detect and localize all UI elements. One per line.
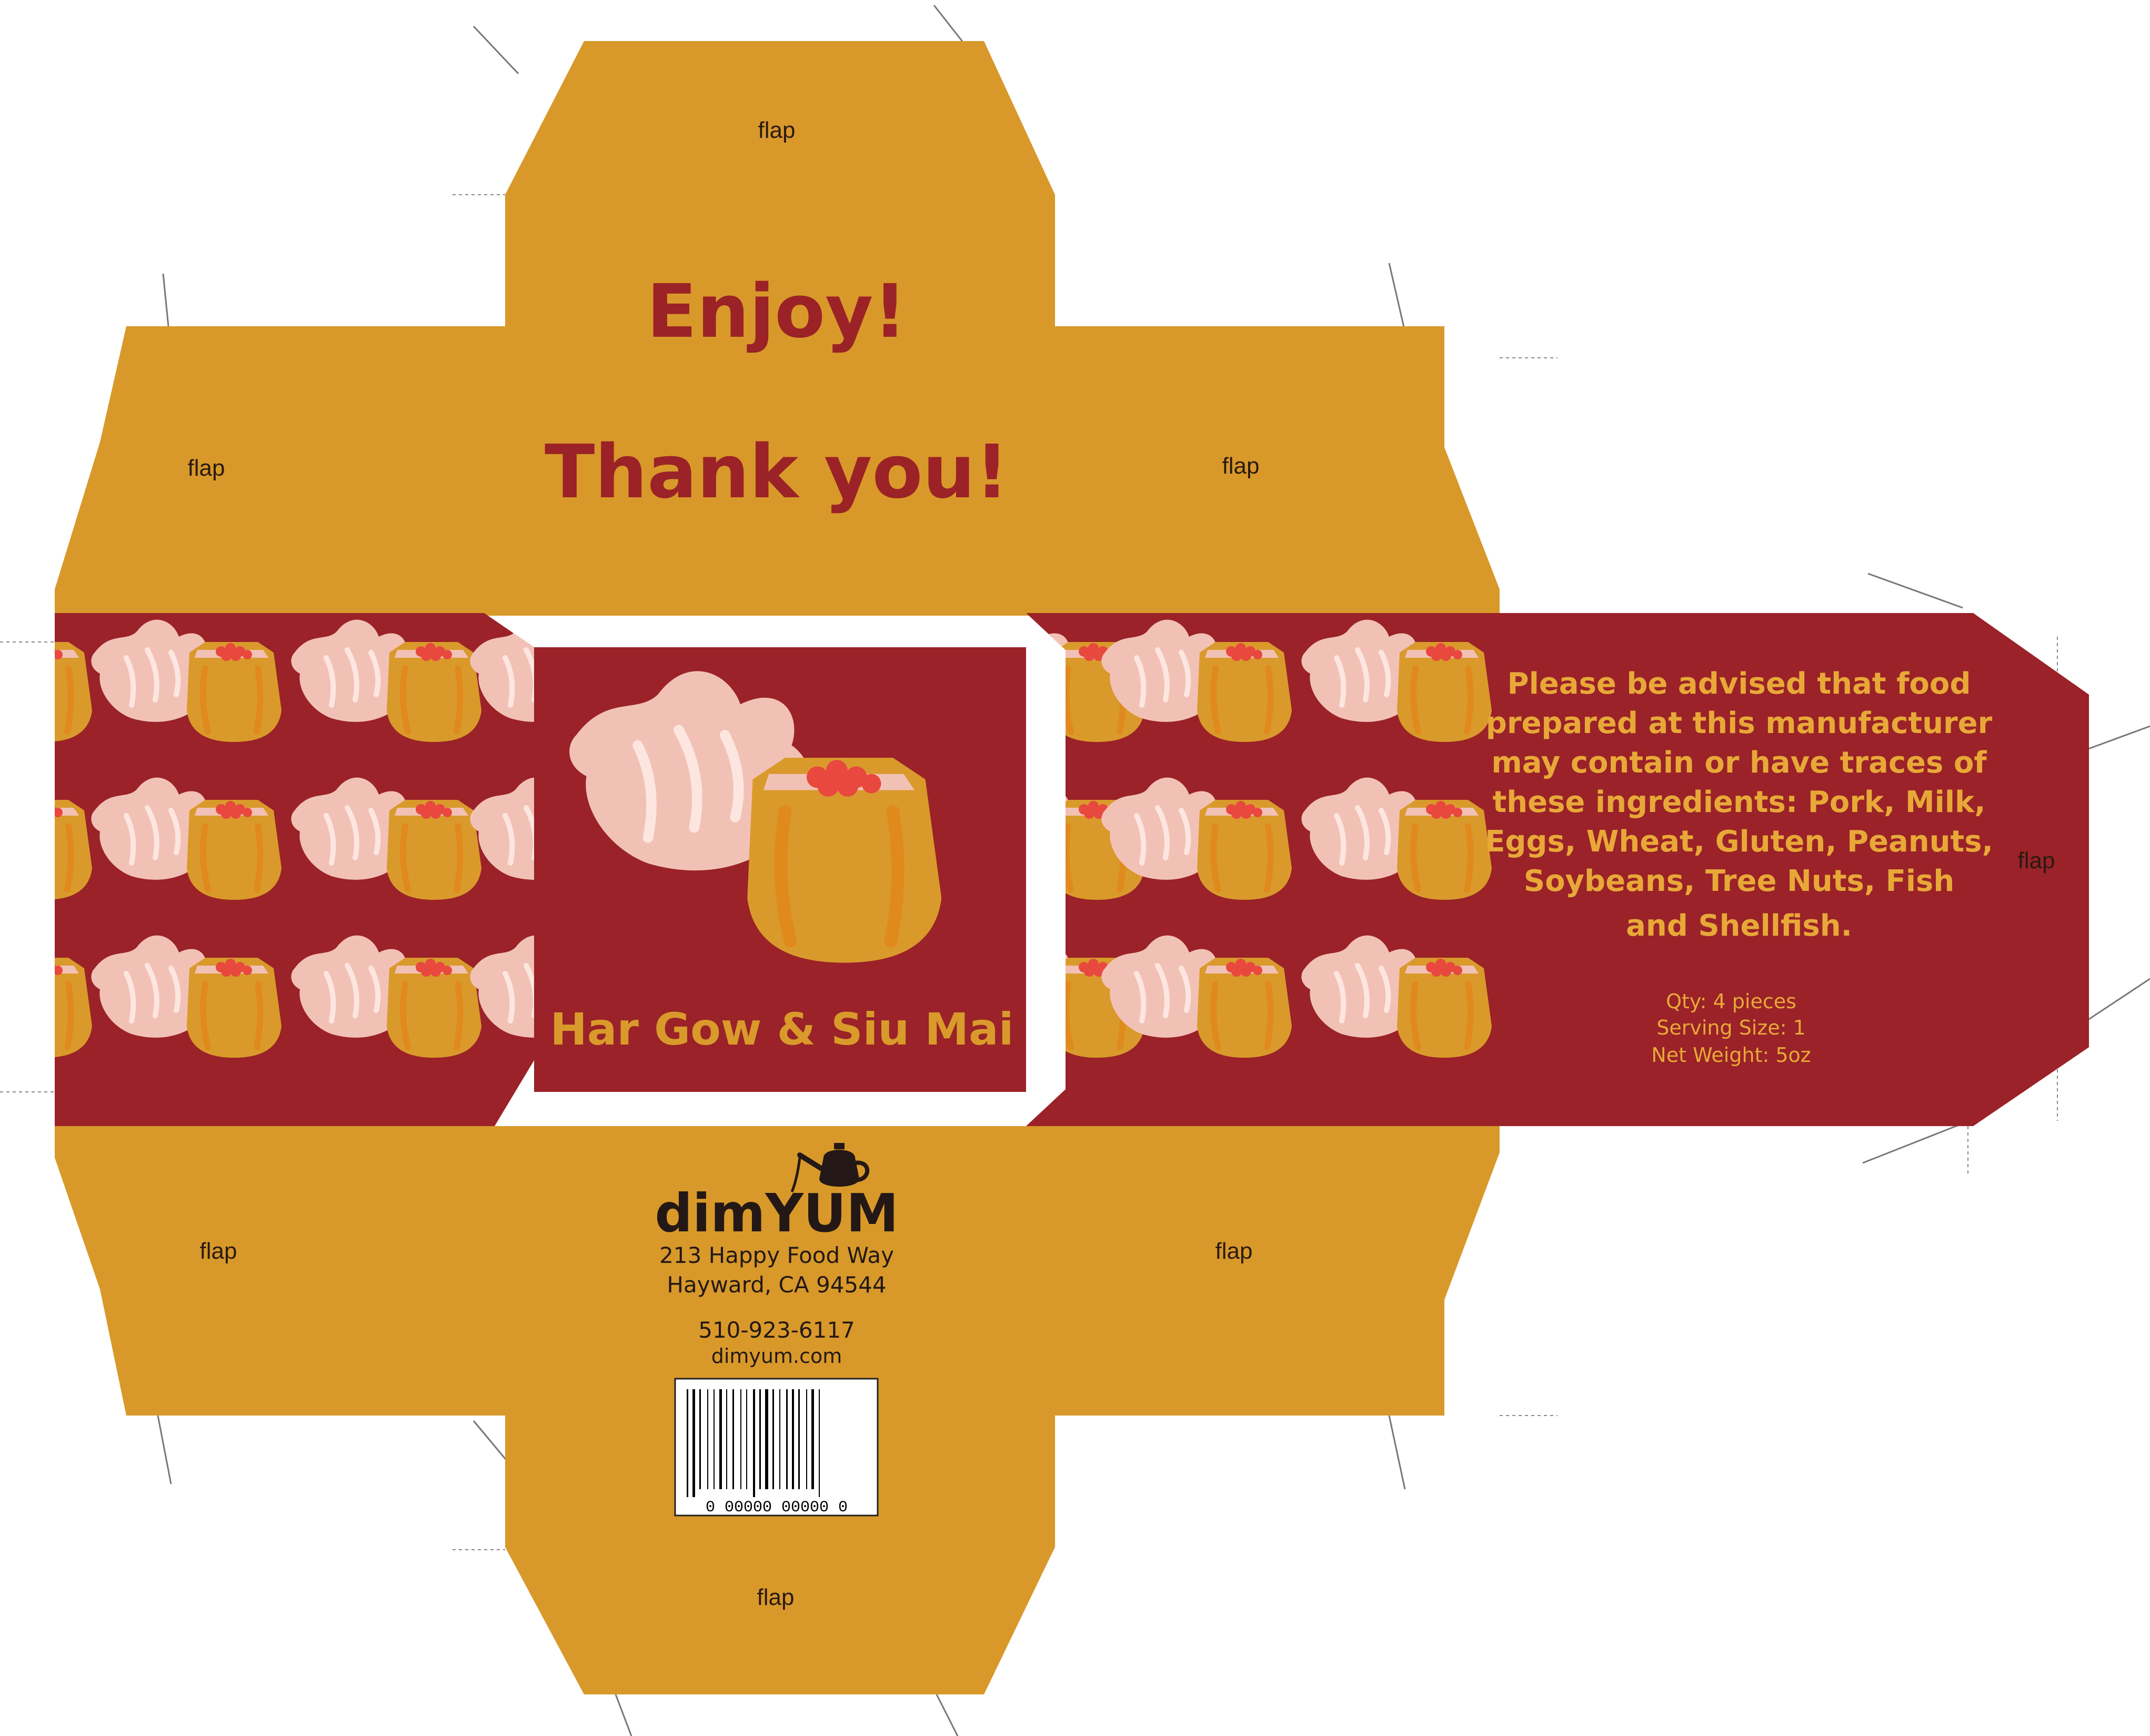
nutrition-info: Qty: 4 pieces Serving Size: 1 Net Weight… <box>1651 990 1811 1067</box>
qty-text: Qty: 4 pieces <box>1666 990 1796 1013</box>
phone-number: 510-923-6117 <box>698 1317 855 1343</box>
barcode-bar <box>687 1389 688 1497</box>
top-flap-label: flap <box>758 117 796 143</box>
thank-you-headline: Thank you! <box>545 429 1009 515</box>
address-line1: 213 Happy Food Way <box>659 1242 894 1268</box>
allergen-line: Please be advised that food <box>1508 667 1971 701</box>
box-dieline: flap flap flap flap flap flap flap Enjoy… <box>0 5 2150 1736</box>
barcode-bar <box>707 1389 708 1489</box>
allergen-line: Eggs, Wheat, Gluten, Peanuts, <box>1485 825 1993 859</box>
top-right-flap-label: flap <box>1222 453 1260 479</box>
barcode-bar <box>819 1389 820 1497</box>
barcode: 0 00000 00000 0 <box>674 1378 879 1517</box>
barcode-bar <box>732 1389 734 1489</box>
barcode-bar <box>779 1389 780 1489</box>
side-flap-label: flap <box>2018 848 2055 874</box>
bottom-left-flap-label: flap <box>200 1238 237 1264</box>
barcode-bar <box>786 1389 788 1489</box>
allergen-line: prepared at this manufacturer <box>1486 706 1993 740</box>
bottom-right-flap-label: flap <box>1215 1238 1253 1264</box>
barcode-bar <box>765 1389 768 1489</box>
website: dimyum.com <box>711 1344 842 1368</box>
dumpling-pattern-back <box>954 620 1492 1058</box>
top-left-flap-label: flap <box>188 455 225 481</box>
barcode-bar <box>811 1389 814 1489</box>
barcode-bar <box>746 1389 747 1489</box>
logo-wordmark: dimYUM <box>655 1182 898 1244</box>
barcode-bar <box>806 1389 807 1489</box>
barcode-number: 0 00000 00000 0 <box>706 1499 848 1517</box>
allergen-line: these ingredients: Pork, Milk, <box>1492 785 1985 819</box>
enjoy-headline: Enjoy! <box>647 269 907 355</box>
serving-size-text: Serving Size: 1 <box>1656 1016 1806 1039</box>
barcode-bar <box>792 1389 794 1489</box>
barcode-bar <box>798 1389 800 1489</box>
address-line2: Hayward, CA 94544 <box>667 1272 886 1298</box>
bottom-flap-label: flap <box>757 1584 795 1610</box>
barcode-bar <box>699 1389 701 1489</box>
product-name: Har Gow & Siu Mai <box>550 1004 1013 1055</box>
barcode-bar <box>719 1389 722 1489</box>
allergen-line: Soybeans, Tree Nuts, Fish <box>1524 864 1955 898</box>
barcode-bar <box>772 1389 774 1489</box>
barcode-bar <box>759 1389 761 1489</box>
barcode-bar <box>740 1389 741 1489</box>
barcode-bar <box>726 1389 727 1489</box>
allergen-line: and Shellfish. <box>1626 909 1852 943</box>
barcode-bar <box>692 1389 695 1497</box>
allergen-line: may contain or have traces of <box>1491 746 1987 780</box>
barcode-bar <box>753 1389 755 1497</box>
barcode-bar <box>714 1389 715 1489</box>
net-weight-text: Net Weight: 5oz <box>1651 1043 1811 1067</box>
